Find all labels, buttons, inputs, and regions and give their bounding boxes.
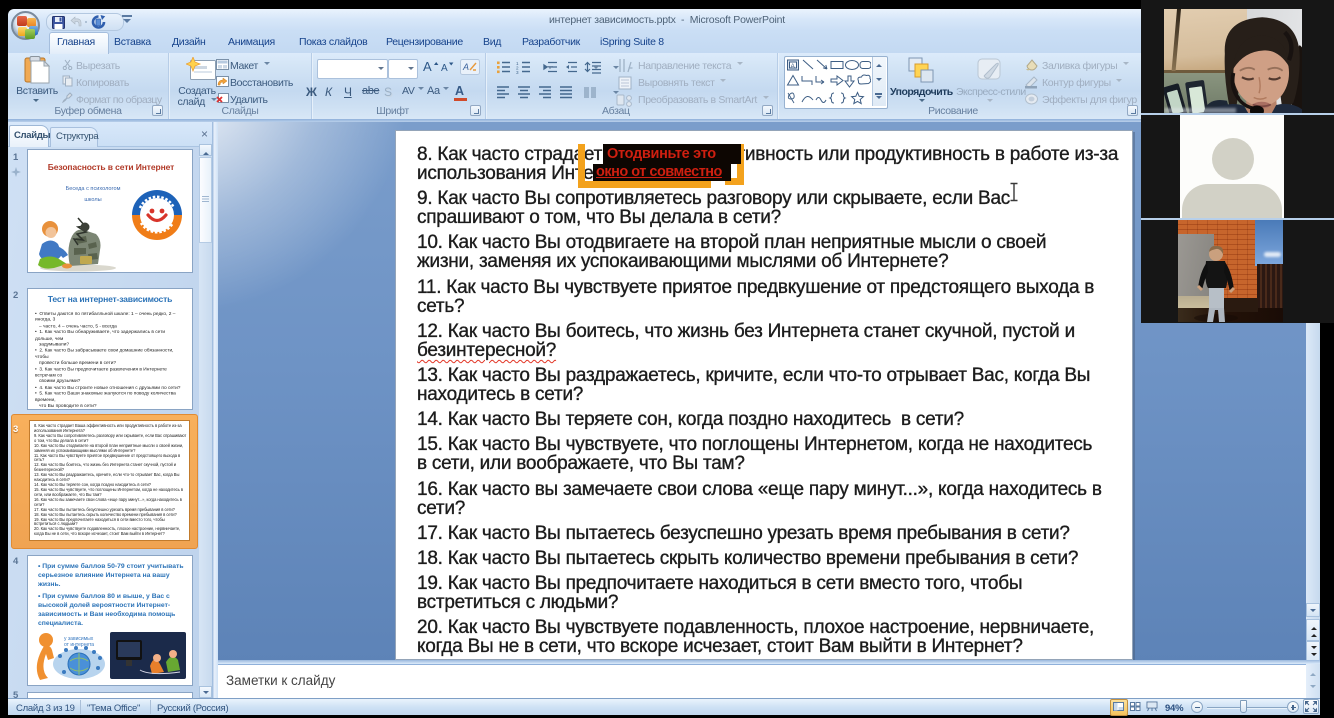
svg-text:A: A [462, 62, 469, 72]
svg-text:от интернета: от интернета [64, 642, 94, 648]
svg-text:3: 3 [516, 70, 519, 74]
svg-text:A: A [791, 63, 796, 70]
svg-text:A: A [423, 59, 432, 74]
svg-text:A: A [441, 63, 448, 74]
